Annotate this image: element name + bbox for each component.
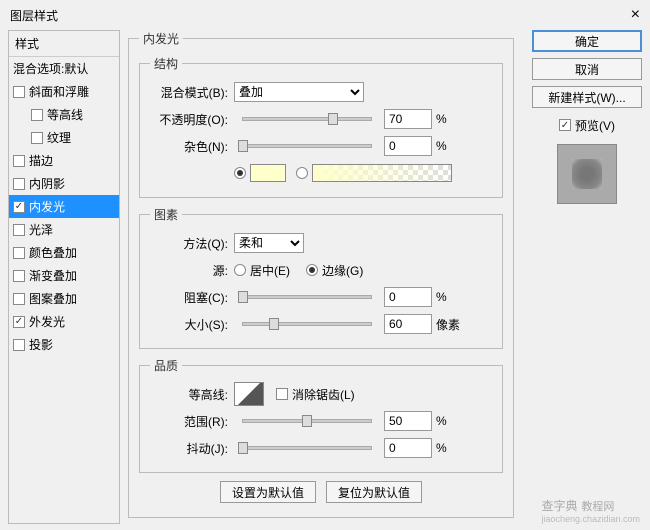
blend-mode-label: 混合模式(B): bbox=[150, 84, 228, 101]
blend-mode-select[interactable]: 叠加 bbox=[234, 82, 364, 102]
antialias-checkbox[interactable] bbox=[276, 388, 288, 400]
sidebar-label-3: 描边 bbox=[29, 152, 53, 169]
sidebar-checkbox-4[interactable] bbox=[13, 178, 25, 190]
sidebar-checkbox-8[interactable] bbox=[13, 270, 25, 282]
sidebar-item-3[interactable]: 描边 bbox=[9, 149, 119, 172]
preview-thumbnail bbox=[557, 144, 617, 204]
contour-picker[interactable] bbox=[234, 382, 264, 406]
noise-slider[interactable] bbox=[242, 144, 372, 148]
source-edge-radio[interactable] bbox=[306, 264, 318, 276]
sidebar-item-9[interactable]: 图案叠加 bbox=[9, 287, 119, 310]
sidebar-item-0[interactable]: 斜面和浮雕 bbox=[9, 80, 119, 103]
sidebar-checkbox-11[interactable] bbox=[13, 339, 25, 351]
opacity-label: 不透明度(O): bbox=[150, 111, 228, 128]
sidebar-label-7: 颜色叠加 bbox=[29, 244, 77, 261]
sidebar-checkbox-9[interactable] bbox=[13, 293, 25, 305]
gradient-swatch[interactable] bbox=[312, 164, 452, 182]
sidebar-checkbox-0[interactable] bbox=[13, 86, 25, 98]
sidebar-header: 样式 bbox=[9, 31, 119, 57]
sidebar-checkbox-1[interactable] bbox=[31, 109, 43, 121]
sidebar-label-2: 纹理 bbox=[47, 129, 71, 146]
jitter-slider[interactable] bbox=[242, 446, 372, 450]
jitter-input[interactable]: 0 bbox=[384, 438, 432, 458]
sidebar-checkbox-10[interactable] bbox=[13, 316, 25, 328]
sidebar-label-8: 渐变叠加 bbox=[29, 267, 77, 284]
color-radio[interactable] bbox=[234, 167, 246, 179]
preview-label: 预览(V) bbox=[575, 117, 615, 134]
sidebar-label-6: 光泽 bbox=[29, 221, 53, 238]
gradient-radio[interactable] bbox=[296, 167, 308, 179]
sidebar-label-9: 图案叠加 bbox=[29, 290, 77, 307]
group-quality: 品质 等高线: 消除锯齿(L) 范围(R): 50 % 抖动(J): bbox=[139, 357, 503, 473]
cancel-button[interactable]: 取消 bbox=[532, 58, 642, 80]
sidebar-label-4: 内阴影 bbox=[29, 175, 65, 192]
set-default-button[interactable]: 设置为默认值 bbox=[220, 481, 316, 503]
close-icon[interactable]: × bbox=[631, 6, 640, 24]
sidebar-item-1[interactable]: 等高线 bbox=[9, 103, 119, 126]
panel-title: 内发光 bbox=[139, 30, 183, 47]
sidebar-label-11: 投影 bbox=[29, 336, 53, 353]
noise-label: 杂色(N): bbox=[150, 138, 228, 155]
noise-input[interactable]: 0 bbox=[384, 136, 432, 156]
opacity-input[interactable]: 70 bbox=[384, 109, 432, 129]
color-swatch[interactable] bbox=[250, 164, 286, 182]
jitter-label: 抖动(J): bbox=[150, 440, 228, 457]
reset-default-button[interactable]: 复位为默认值 bbox=[326, 481, 422, 503]
sidebar-item-2[interactable]: 纹理 bbox=[9, 126, 119, 149]
sidebar-label-10: 外发光 bbox=[29, 313, 65, 330]
sidebar-label-0: 斜面和浮雕 bbox=[29, 83, 89, 100]
contour-label: 等高线: bbox=[150, 386, 228, 403]
choke-label: 阻塞(C): bbox=[150, 289, 228, 306]
range-label: 范围(R): bbox=[150, 413, 228, 430]
new-style-button[interactable]: 新建样式(W)... bbox=[532, 86, 642, 108]
preview-checkbox[interactable] bbox=[559, 119, 571, 131]
sidebar-item-5[interactable]: 内发光 bbox=[9, 195, 119, 218]
choke-slider[interactable] bbox=[242, 295, 372, 299]
opacity-slider[interactable] bbox=[242, 117, 372, 121]
size-input[interactable]: 60 bbox=[384, 314, 432, 334]
sidebar-checkbox-6[interactable] bbox=[13, 224, 25, 236]
method-select[interactable]: 柔和 bbox=[234, 233, 304, 253]
method-label: 方法(Q): bbox=[150, 235, 228, 252]
sidebar-checkbox-3[interactable] bbox=[13, 155, 25, 167]
size-slider[interactable] bbox=[242, 322, 372, 326]
sidebar-item-10[interactable]: 外发光 bbox=[9, 310, 119, 333]
sidebar-label-1: 等高线 bbox=[47, 106, 83, 123]
sidebar-item-4[interactable]: 内阴影 bbox=[9, 172, 119, 195]
sidebar-checkbox-7[interactable] bbox=[13, 247, 25, 259]
sidebar-item-7[interactable]: 颜色叠加 bbox=[9, 241, 119, 264]
sidebar-checkbox-2[interactable] bbox=[31, 132, 43, 144]
range-slider[interactable] bbox=[242, 419, 372, 423]
source-label: 源: bbox=[150, 262, 228, 279]
sidebar-item-8[interactable]: 渐变叠加 bbox=[9, 264, 119, 287]
size-label: 大小(S): bbox=[150, 316, 228, 333]
ok-button[interactable]: 确定 bbox=[532, 30, 642, 52]
sidebar-label-5: 内发光 bbox=[29, 198, 65, 215]
choke-input[interactable]: 0 bbox=[384, 287, 432, 307]
panel-inner-glow: 内发光 结构 混合模式(B): 叠加 不透明度(O): 70 % 杂色(N): … bbox=[128, 30, 514, 518]
group-structure: 结构 混合模式(B): 叠加 不透明度(O): 70 % 杂色(N): 0 % bbox=[139, 55, 503, 198]
sidebar-blend-default[interactable]: 混合选项:默认 bbox=[9, 57, 119, 80]
source-center-radio[interactable] bbox=[234, 264, 246, 276]
sidebar-checkbox-5[interactable] bbox=[13, 201, 25, 213]
styles-sidebar: 样式 混合选项:默认 斜面和浮雕等高线纹理描边内阴影内发光光泽颜色叠加渐变叠加图… bbox=[8, 30, 120, 524]
sidebar-item-11[interactable]: 投影 bbox=[9, 333, 119, 356]
window-title: 图层样式 bbox=[10, 7, 631, 24]
watermark: 查字典 教程网 jiaocheng.chazidian.com bbox=[541, 497, 640, 524]
sidebar-item-6[interactable]: 光泽 bbox=[9, 218, 119, 241]
range-input[interactable]: 50 bbox=[384, 411, 432, 431]
group-elements: 图素 方法(Q): 柔和 源: 居中(E) 边缘(G) 阻塞(C): 0 bbox=[139, 206, 503, 349]
